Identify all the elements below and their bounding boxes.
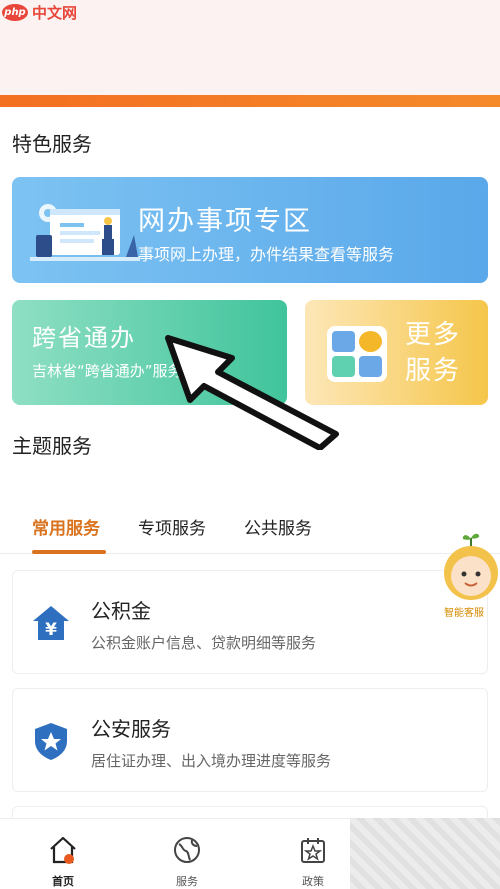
header-accent-strip xyxy=(0,95,500,107)
service-name: 公安服务 xyxy=(91,717,171,741)
online-services-title: 网办事项专区 xyxy=(138,206,312,237)
smart-assistant-button[interactable]: 智能客服 xyxy=(442,530,500,620)
service-description: 居住证办理、出入境办理进度等服务 xyxy=(91,752,332,770)
svg-text:¥: ¥ xyxy=(45,620,57,640)
police-shield-icon xyxy=(35,723,67,760)
service-item-police[interactable]: 公安服务 居住证办理、出入境办理进度等服务 xyxy=(12,688,488,792)
mosaic-overlay xyxy=(350,818,500,889)
service-description: 公积金账户信息、贷款明细等服务 xyxy=(91,634,317,652)
nav-label: 首页 xyxy=(52,875,74,888)
home-icon xyxy=(50,836,76,864)
cross-province-title: 跨省通办 xyxy=(32,324,136,352)
featured-section-title: 特色服务 xyxy=(12,132,92,156)
watermark-logo: php xyxy=(2,4,28,21)
online-services-subtitle: 事项网上办理，办件结果查看等服务 xyxy=(138,245,395,264)
tab-special-services[interactable]: 专项服务 xyxy=(138,514,206,539)
active-tab-indicator xyxy=(32,550,106,554)
top-header: php 中文网 xyxy=(0,0,500,95)
nav-item-policy[interactable]: 政策 xyxy=(278,819,348,889)
watermark-text: 中文网 xyxy=(32,4,78,22)
tab-public-services[interactable]: 公共服务 xyxy=(244,514,312,539)
assistant-avatar xyxy=(444,546,498,600)
nav-label: 政策 xyxy=(302,875,324,888)
more-services-line1: 更多 xyxy=(405,320,462,350)
tab-common-services[interactable]: 常用服务 xyxy=(32,514,100,539)
pointer-arrow-icon xyxy=(165,335,339,450)
service-name: 公积金 xyxy=(91,599,151,623)
service-tabs: 常用服务 专项服务 公共服务 xyxy=(0,508,500,554)
online-services-card[interactable]: 网办事项专区 事项网上办理，办件结果查看等服务 xyxy=(12,177,488,283)
nav-label: 服务 xyxy=(176,875,198,888)
house-yen-icon: ¥ xyxy=(33,606,69,640)
watermark: php 中文网 xyxy=(2,2,77,23)
more-services-line2: 服务 xyxy=(405,356,462,386)
assistant-label: 智能客服 xyxy=(444,608,484,619)
calendar-star-icon xyxy=(301,838,325,863)
nav-item-home[interactable]: 首页 xyxy=(28,819,98,889)
globe-icon xyxy=(174,837,200,863)
nav-item-services[interactable]: 服务 xyxy=(152,819,222,889)
theme-section-title: 主题服务 xyxy=(12,434,92,458)
service-item-housing-fund[interactable]: ¥ 公积金 公积金账户信息、贷款明细等服务 xyxy=(12,570,488,674)
online-office-illustration-icon xyxy=(30,204,140,261)
